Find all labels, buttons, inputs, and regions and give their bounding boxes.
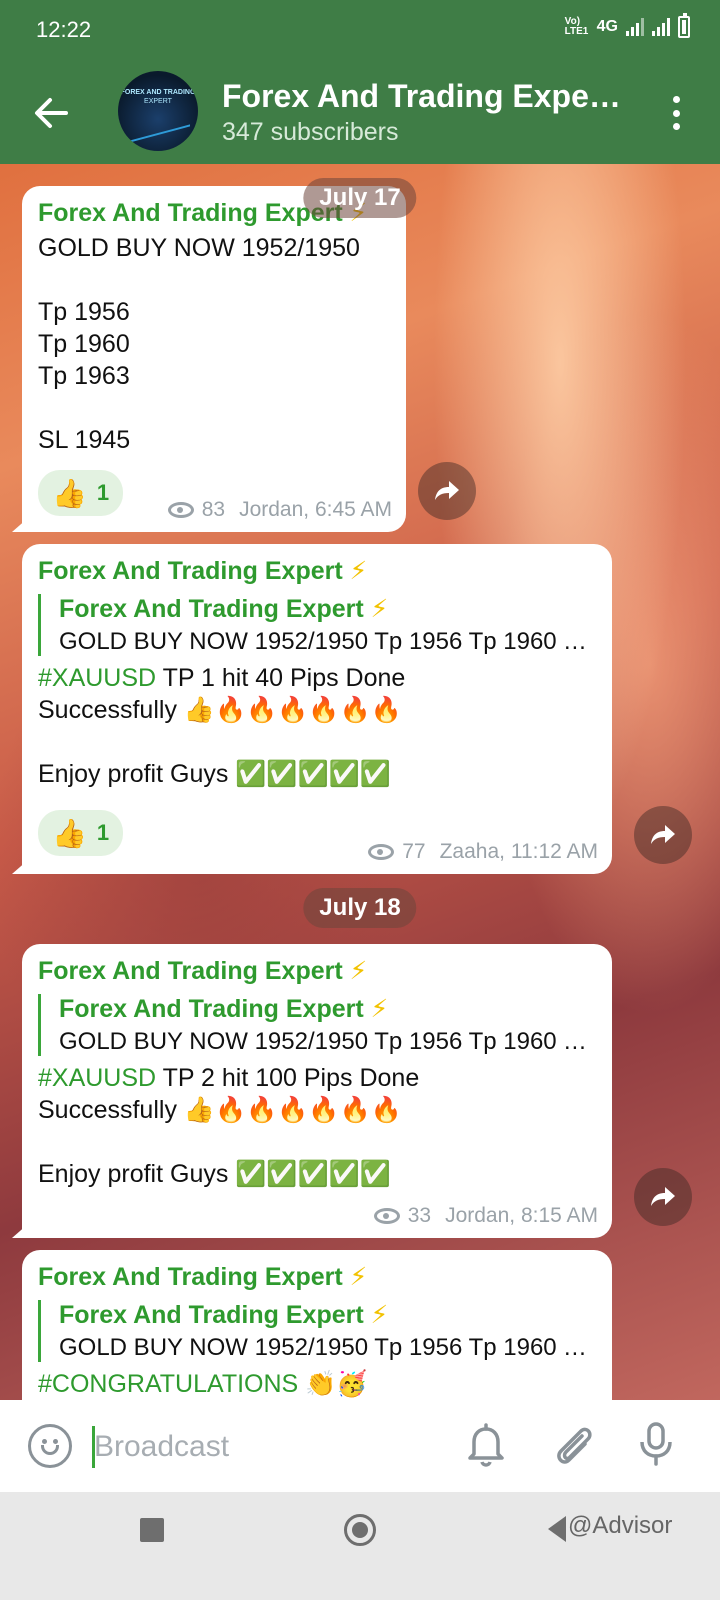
author-time: Jordan, 8:15 AM (445, 1204, 598, 1227)
subscriber-count: 347 subscribers (222, 118, 399, 146)
reply-sender: Forex And Trading Expert ⚡ (59, 995, 389, 1023)
paperclip-icon[interactable] (552, 1422, 596, 1468)
eye-icon (368, 844, 395, 860)
hashtag-link[interactable]: #XAUUSD (38, 664, 156, 692)
author-time: Zaaha, 11:12 AM (439, 840, 598, 863)
status-bar: 12:22 Vo) LTE1 4G (0, 0, 720, 60)
bolt-icon: ⚡ (370, 1301, 389, 1329)
channel-avatar[interactable]: FOREX AND TRADING EXPERT (118, 71, 198, 151)
nav-back-icon[interactable] (548, 1516, 566, 1542)
reaction-chip[interactable]: 👍 1 (38, 470, 124, 516)
watermark-text: @Advisor (568, 1512, 673, 1539)
broadcast-input[interactable]: Broadcast (94, 1430, 229, 1464)
avatar-text-1: FOREX AND TRADING (120, 89, 196, 96)
system-nav-bar: @Advisor (0, 1492, 720, 1600)
view-count: 83 (201, 498, 226, 521)
thumbs-up-icon: 👍 (52, 817, 87, 849)
eye-icon (167, 502, 194, 518)
volte-indicator: Vo) LTE1 (564, 16, 589, 37)
message-bubble[interactable]: Forex And Trading Expert ⚡ Forex And Tra… (22, 544, 612, 874)
reply-sender: Forex And Trading Expert ⚡ (59, 1301, 389, 1329)
reply-sender: Forex And Trading Expert ⚡ (59, 595, 389, 623)
signal-1-icon (626, 18, 644, 36)
reaction-count: 1 (96, 820, 110, 845)
bolt-icon: ⚡ (349, 957, 368, 985)
chat-header: FOREX AND TRADING EXPERT Forex And Tradi… (0, 60, 720, 164)
reply-quote[interactable]: Forex And Trading Expert ⚡ GOLD BUY NOW … (38, 1300, 594, 1362)
back-arrow-icon[interactable] (28, 90, 74, 136)
thumbs-up-icon: 👍 (52, 477, 87, 509)
channel-title[interactable]: Forex And Trading Expert… (222, 78, 632, 115)
forward-icon[interactable] (634, 1168, 692, 1226)
mic-icon[interactable] (636, 1420, 676, 1468)
reply-text: GOLD BUY NOW 1952/1950 Tp 1956 Tp 1960 T… (59, 628, 594, 655)
message-meta: 33 Jordan, 8:15 AM (373, 1204, 598, 1228)
view-count: 33 (407, 1204, 432, 1227)
message-bubble[interactable]: Forex And Trading Expert ⚡ Forex And Tra… (22, 944, 612, 1238)
hashtag-link[interactable]: #CONGRATULATIONS (38, 1370, 298, 1398)
battery-icon (678, 13, 690, 38)
message-meta: 83 Jordan, 6:45 AM (167, 498, 392, 522)
signal-2-icon (652, 18, 670, 36)
eye-icon (373, 1208, 400, 1224)
bolt-icon: ⚡ (349, 557, 368, 585)
hashtag-link[interactable]: #XAUUSD (38, 1064, 156, 1092)
message-sender: Forex And Trading Expert ⚡ (38, 1263, 368, 1291)
message-text: GOLD BUY NOW 1952/1950 Tp 1956 Tp 1960 T… (38, 234, 360, 454)
message-sender: Forex And Trading Expert ⚡ (38, 957, 368, 985)
bolt-icon: ⚡ (370, 595, 389, 623)
message-meta: 77 Zaaha, 11:12 AM (368, 840, 598, 864)
reply-text: GOLD BUY NOW 1952/1950 Tp 1956 Tp 1960 T… (59, 1028, 594, 1055)
message-text: #CONGRATULATIONS 👏🥳 (38, 1370, 368, 1398)
emoji-icon[interactable] (28, 1424, 72, 1468)
message-bubble[interactable]: Forex And Trading Expert ⚡ GOLD BUY NOW … (22, 186, 406, 532)
recents-icon[interactable] (140, 1518, 164, 1542)
reply-quote[interactable]: Forex And Trading Expert ⚡ GOLD BUY NOW … (38, 594, 594, 656)
message-text: #XAUUSD TP 2 hit 100 Pips Done Successfu… (38, 1064, 420, 1188)
reaction-chip[interactable]: 👍 1 (38, 810, 124, 856)
forward-icon[interactable] (418, 462, 476, 520)
reply-quote[interactable]: Forex And Trading Expert ⚡ GOLD BUY NOW … (38, 994, 594, 1056)
status-icons: Vo) LTE1 4G (564, 13, 690, 38)
network-type: 4G (596, 18, 618, 35)
clock: 12:22 (36, 17, 92, 42)
home-icon[interactable] (344, 1514, 376, 1546)
more-vert-icon[interactable] (672, 96, 680, 130)
view-count: 77 (402, 840, 426, 863)
message-input-bar: Broadcast (0, 1400, 720, 1492)
reaction-count: 1 (96, 480, 110, 505)
bell-icon[interactable] (466, 1422, 506, 1468)
avatar-chart-line (126, 112, 190, 144)
message-text: #XAUUSD TP 1 hit 40 Pips Done Successful… (38, 664, 406, 788)
bolt-icon: ⚡ (349, 1263, 368, 1291)
date-chip: July 17 (303, 178, 417, 218)
reply-text: GOLD BUY NOW 1952/1950 Tp 1956 Tp 1960 T… (59, 1334, 594, 1361)
bolt-icon: ⚡ (370, 995, 389, 1023)
avatar-text-2: EXPERT (144, 98, 172, 105)
date-chip: July 18 (303, 888, 417, 928)
chat-area[interactable]: Forex And Trading Expert ⚡ GOLD BUY NOW … (0, 164, 720, 1428)
forward-icon[interactable] (634, 806, 692, 864)
author-time: Jordan, 6:45 AM (239, 498, 392, 521)
message-sender: Forex And Trading Expert ⚡ (38, 557, 368, 585)
